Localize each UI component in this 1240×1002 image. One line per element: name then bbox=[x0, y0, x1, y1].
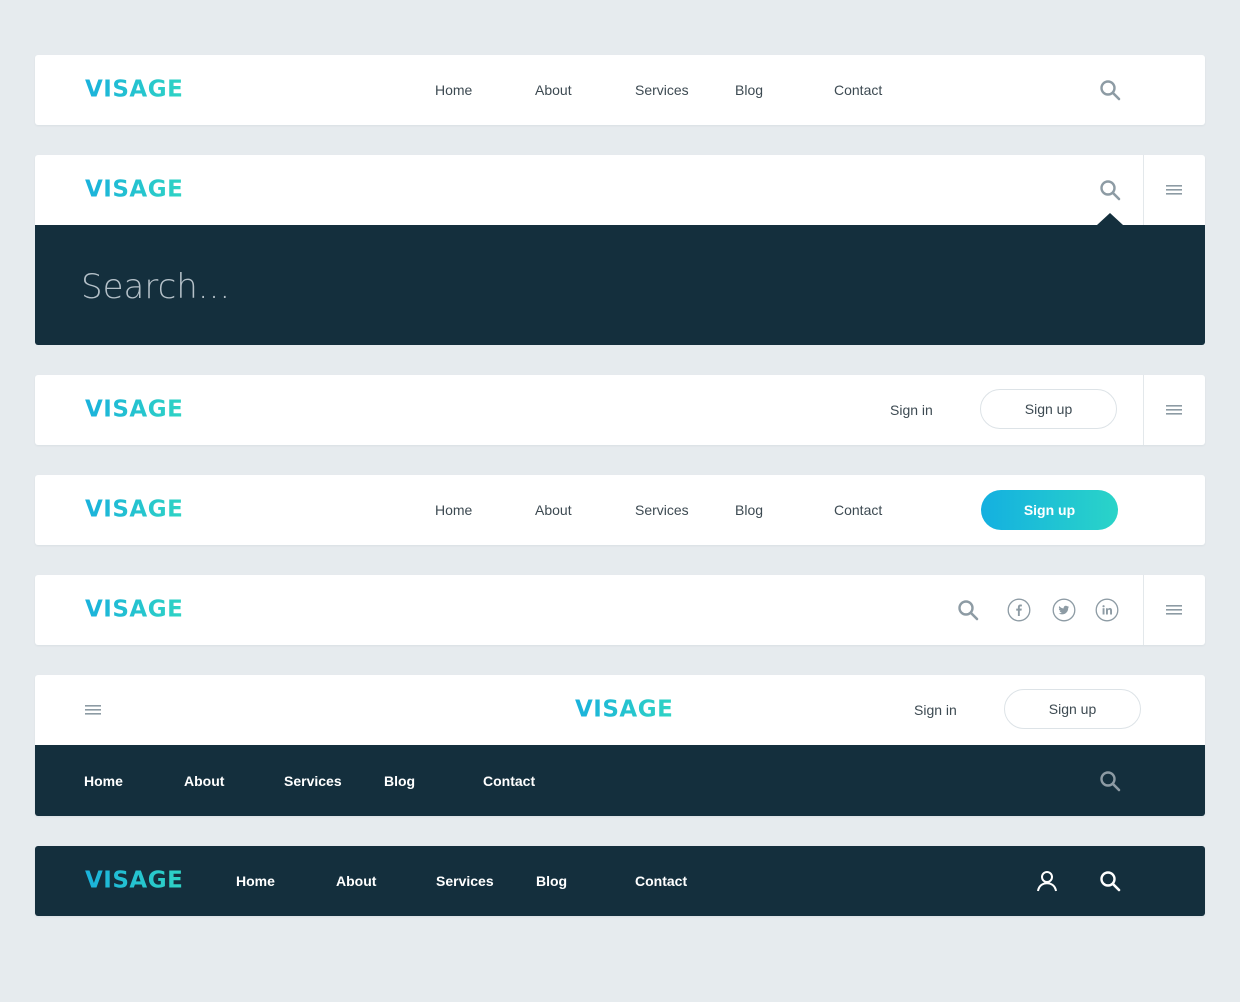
divider bbox=[1143, 155, 1144, 225]
logo[interactable]: VISAGE bbox=[85, 178, 183, 202]
nav-services[interactable]: Services bbox=[635, 503, 689, 517]
linkedin-icon[interactable] bbox=[1095, 598, 1119, 622]
nav-home[interactable]: Home bbox=[435, 503, 472, 517]
navbar-5: VISAGE bbox=[35, 575, 1205, 645]
search-icon[interactable] bbox=[957, 599, 979, 621]
nav-contact[interactable]: Contact bbox=[483, 774, 535, 788]
navbar-6-nav-row: Home About Services Blog Contact bbox=[35, 745, 1205, 816]
nav-services[interactable]: Services bbox=[284, 774, 342, 788]
logo[interactable]: VISAGE bbox=[85, 398, 183, 422]
twitter-icon[interactable] bbox=[1052, 598, 1076, 622]
search-icon[interactable] bbox=[1099, 870, 1121, 892]
nav-blog[interactable]: Blog bbox=[384, 774, 415, 788]
search-icon[interactable] bbox=[1099, 770, 1121, 792]
sign-up-label: Sign up bbox=[1023, 502, 1076, 518]
search-input[interactable] bbox=[81, 265, 881, 309]
logo[interactable]: VISAGE bbox=[85, 78, 183, 102]
logo[interactable]: VISAGE bbox=[85, 498, 183, 522]
menu-icon[interactable] bbox=[1166, 404, 1182, 416]
nav-home[interactable]: Home bbox=[84, 774, 123, 788]
navbar-3: VISAGE Sign in Sign up bbox=[35, 375, 1205, 445]
menu-icon[interactable] bbox=[1166, 184, 1182, 196]
nav-home[interactable]: Home bbox=[435, 83, 472, 97]
search-panel bbox=[35, 213, 1205, 345]
nav-services[interactable]: Services bbox=[635, 83, 689, 97]
logo[interactable]: VISAGE bbox=[85, 598, 183, 622]
nav-contact[interactable]: Contact bbox=[834, 503, 882, 517]
nav-about[interactable]: About bbox=[535, 503, 572, 517]
logo[interactable]: VISAGE bbox=[575, 698, 673, 722]
nav-about[interactable]: About bbox=[184, 774, 224, 788]
menu-icon[interactable] bbox=[85, 704, 101, 716]
nav-blog[interactable]: Blog bbox=[536, 874, 567, 888]
navbar-1: VISAGE Home About Services Blog Contact bbox=[35, 55, 1205, 125]
navbar-6: VISAGE Sign in Sign up bbox=[35, 675, 1205, 745]
search-icon[interactable] bbox=[1099, 179, 1121, 201]
search-icon[interactable] bbox=[1099, 79, 1121, 101]
nav-about[interactable]: About bbox=[336, 874, 376, 888]
sign-up-button[interactable]: Sign up bbox=[1004, 689, 1141, 729]
nav-blog[interactable]: Blog bbox=[735, 83, 763, 97]
menu-icon[interactable] bbox=[1166, 604, 1182, 616]
navbar-2: VISAGE bbox=[35, 155, 1205, 225]
navbar-4: VISAGE Home About Services Blog Contact … bbox=[35, 475, 1205, 545]
user-icon[interactable] bbox=[1035, 869, 1059, 893]
nav-blog[interactable]: Blog bbox=[735, 503, 763, 517]
divider bbox=[1143, 375, 1144, 445]
navbar-7: VISAGE Home About Services Blog Contact bbox=[35, 846, 1205, 916]
nav-home[interactable]: Home bbox=[236, 874, 275, 888]
sign-in-link[interactable]: Sign in bbox=[890, 403, 933, 417]
sign-up-label: Sign up bbox=[1048, 701, 1097, 717]
search-panel-caret bbox=[1097, 213, 1123, 225]
facebook-icon[interactable] bbox=[1007, 598, 1031, 622]
logo[interactable]: VISAGE bbox=[85, 869, 183, 893]
sign-up-button[interactable]: Sign up bbox=[980, 389, 1117, 429]
sign-in-link[interactable]: Sign in bbox=[914, 703, 957, 717]
nav-services[interactable]: Services bbox=[436, 874, 494, 888]
sign-up-button[interactable]: Sign up bbox=[981, 490, 1118, 530]
sign-up-label: Sign up bbox=[1024, 401, 1073, 417]
nav-contact[interactable]: Contact bbox=[834, 83, 882, 97]
divider bbox=[1143, 575, 1144, 645]
nav-about[interactable]: About bbox=[535, 83, 572, 97]
nav-contact[interactable]: Contact bbox=[635, 874, 687, 888]
